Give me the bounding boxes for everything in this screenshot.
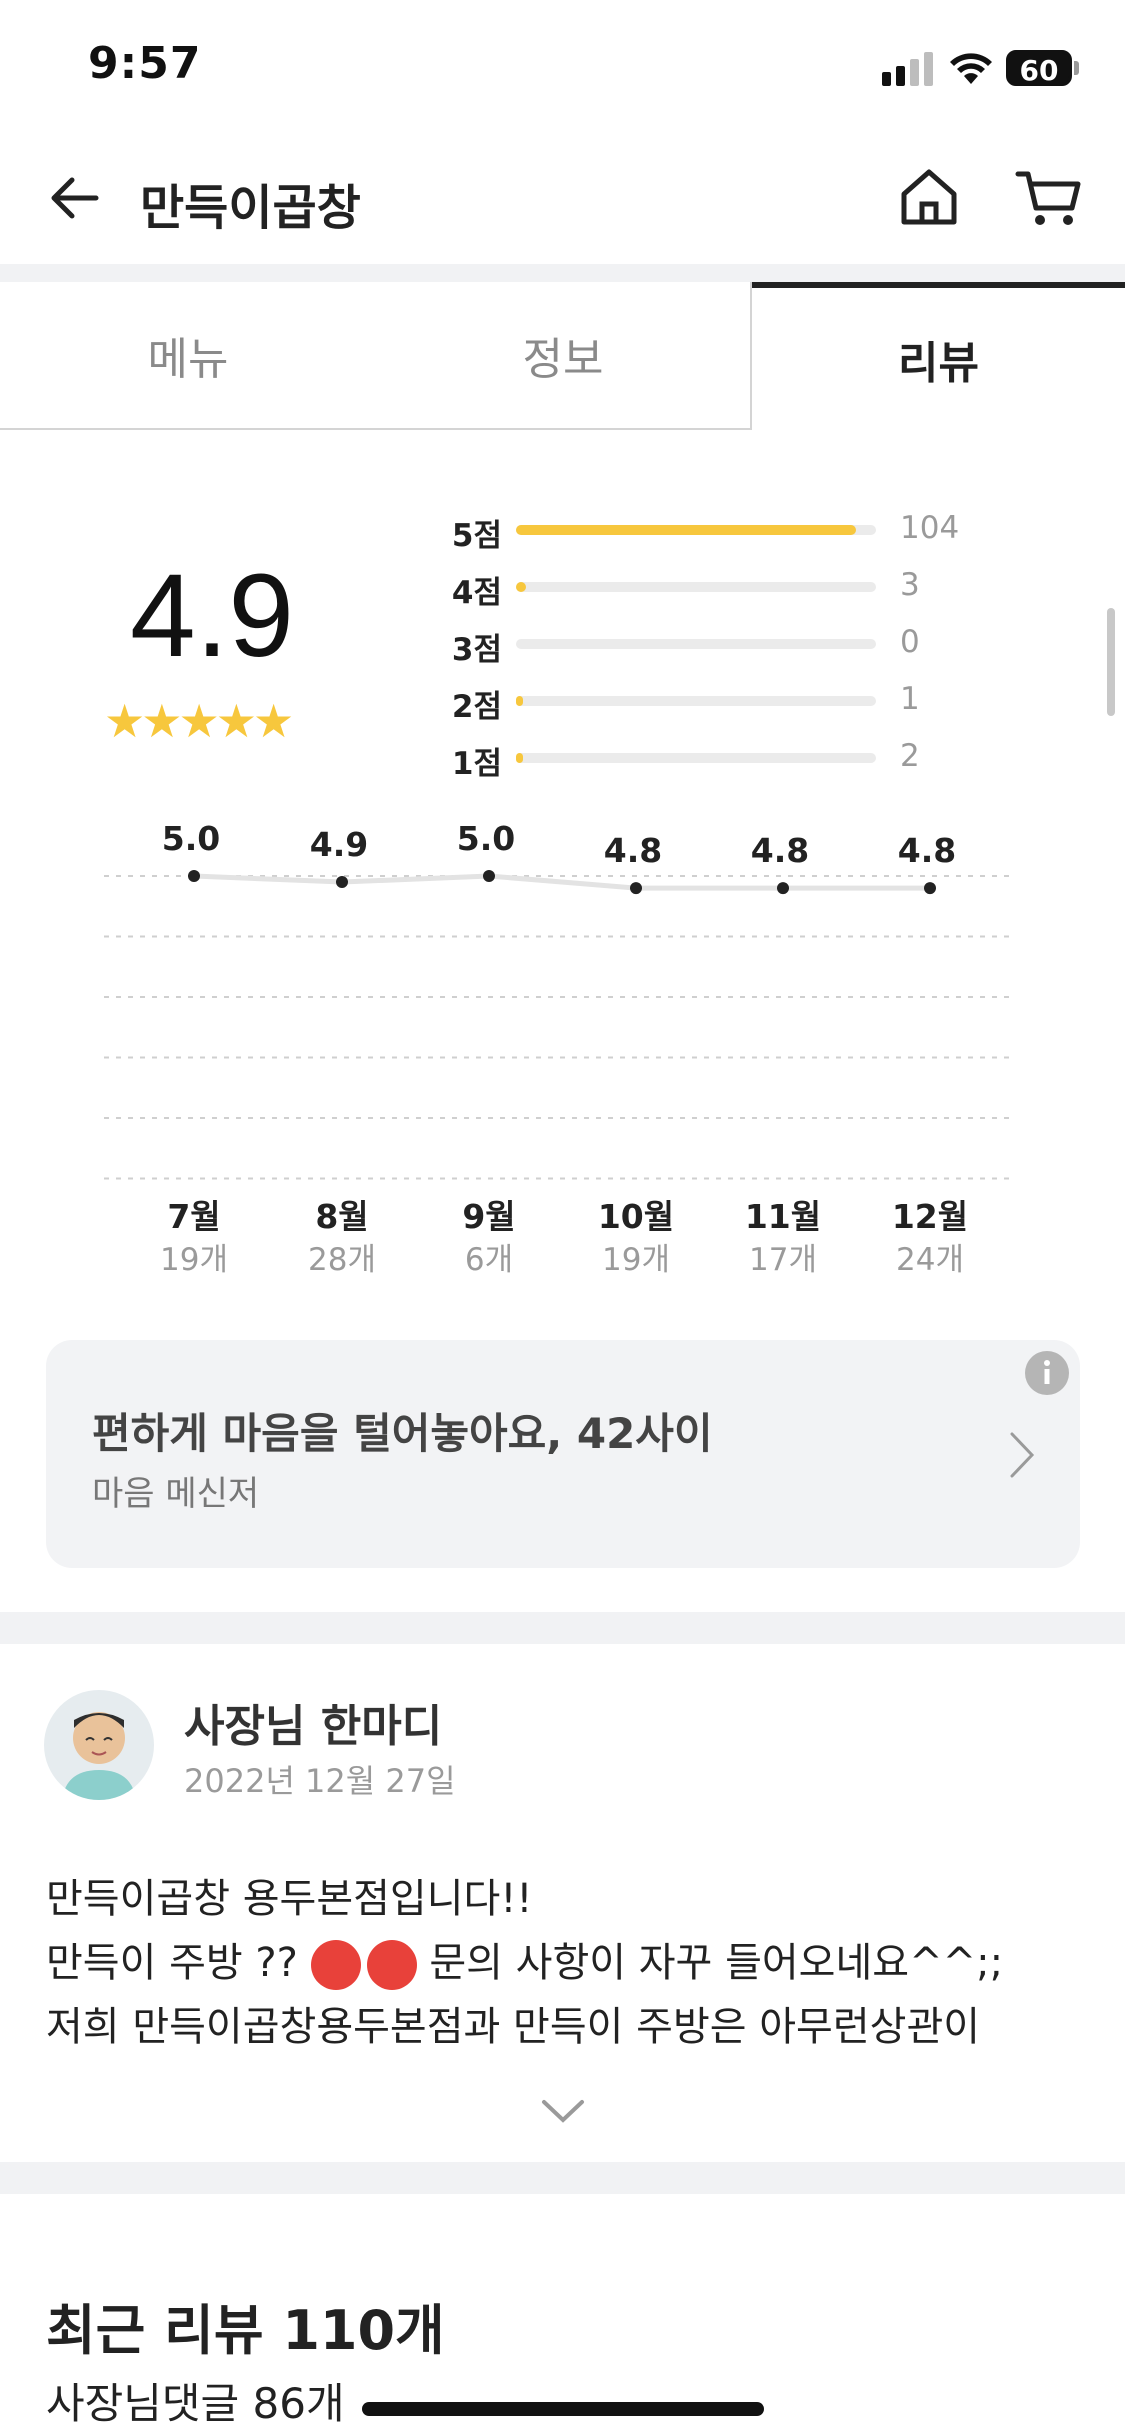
star-rating-icon: ★★★★★: [104, 694, 294, 748]
cart-icon[interactable]: [1014, 166, 1082, 230]
chart-data-label: 4.9: [310, 825, 368, 864]
dist-count-3: 0: [900, 624, 920, 660]
dist-label-2: 2점: [451, 689, 502, 725]
dist-count-1: 2: [900, 738, 920, 774]
chart-month-label: 9월: [462, 1197, 515, 1236]
battery-cap: [1074, 61, 1079, 75]
section-divider: [0, 2162, 1125, 2194]
chart-data-label: 5.0: [162, 819, 220, 858]
chart-month-label: 11월: [745, 1197, 821, 1236]
scrollbar[interactable]: [1107, 608, 1115, 716]
chart-month-label: 8월: [315, 1197, 368, 1236]
chart-month-label: 7월: [167, 1197, 220, 1236]
recent-reviews-title: 최근 리뷰 110개: [46, 2299, 445, 2362]
chart-point: [777, 882, 789, 895]
chart-point: [924, 882, 936, 895]
dist-count-4: 3: [900, 567, 920, 603]
hot-face-emoji-icon: [310, 1940, 361, 1990]
monthly-rating-chart: 5.0 7월 19개 4.9 8월 28개 5.0 9월 6개 4.8 10월 19개 4.8 11월 17…: [104, 819, 1012, 1278]
status-time: 9:57: [88, 38, 202, 89]
owner-note-line-1: 만득이곱창 용두본점입니다!!: [46, 1876, 533, 1922]
page-title: 만득이곱창: [140, 180, 361, 236]
chart-data-label: 4.8: [751, 831, 809, 870]
banner-title: 편하게 마음을 털어놓아요, 42사이: [92, 1409, 713, 1458]
chart-count-label: 28개: [308, 1242, 376, 1278]
chart-count-label: 17개: [749, 1242, 817, 1278]
chart-point: [483, 870, 495, 882]
banner-subtitle: 마음 메신저: [92, 1474, 260, 1514]
chart-count-label: 19개: [602, 1242, 670, 1278]
wifi-icon: [950, 53, 992, 84]
dist-label-5: 5점: [451, 518, 502, 554]
owner-note-line-2b: 문의 사항이 자꾸 들어오네요^^;;: [429, 1940, 1004, 1986]
dist-bar-2: [516, 696, 876, 706]
owner-note-line-2a: 만득이 주방 ??: [46, 1940, 298, 1986]
chart-point: [630, 882, 642, 895]
chevron-down-icon[interactable]: [538, 2096, 588, 2126]
chart-series-line: [193, 873, 930, 891]
chevron-right-icon[interactable]: [1004, 1430, 1040, 1480]
dist-bar-1: [516, 753, 876, 763]
owner-note-line-3: 저희 만득이곱창용두본점과 만득이 주방은 아무런상관이: [46, 2004, 981, 2050]
chart-month-label: 12월: [892, 1197, 968, 1236]
dist-bar-5: [516, 525, 876, 535]
chart-count-label: 6개: [465, 1242, 513, 1278]
header-divider: [0, 264, 1125, 282]
owner-note-date: 2022년 12월 27일: [184, 1762, 456, 1800]
tab-info[interactable]: 정보: [376, 282, 752, 430]
back-arrow-icon[interactable]: [46, 170, 102, 226]
owner-avatar: [44, 1690, 154, 1800]
home-indicator[interactable]: [362, 2402, 764, 2416]
home-icon[interactable]: [898, 166, 960, 228]
battery-icon: 60: [1006, 50, 1072, 87]
dist-bar-4: [516, 582, 876, 592]
tab-review[interactable]: 리뷰: [752, 282, 1125, 430]
owner-replies-count: 사장님댓글 86개: [46, 2379, 345, 2428]
dist-label-4: 4점: [451, 575, 502, 611]
owner-note-title: 사장님 한마디: [184, 1701, 443, 1752]
tab-menu[interactable]: 메뉴: [0, 282, 376, 430]
chart-point: [188, 870, 200, 882]
dist-count-2: 1: [900, 681, 920, 717]
dist-label-3: 3점: [451, 632, 502, 668]
chart-data-label: 4.8: [604, 831, 662, 870]
dist-bar-3: [516, 639, 876, 649]
chart-count-label: 24개: [896, 1242, 964, 1278]
dist-label-1: 1점: [451, 746, 502, 782]
owner-note-line-2: 만득이 주방 ?? 문의 사항이 자꾸 들어오네요^^;;: [46, 1930, 1003, 1990]
chart-count-label: 19개: [160, 1242, 228, 1278]
chart-data-label: 5.0: [457, 819, 515, 858]
chart-data-label: 4.8: [898, 831, 956, 870]
dist-count-5: 104: [900, 510, 960, 546]
chart-point: [336, 876, 348, 889]
section-divider: [0, 1612, 1125, 1644]
chart-month-label: 10월: [598, 1197, 674, 1236]
hot-face-emoji-icon: [366, 1940, 417, 1990]
average-score: 4.9: [130, 550, 295, 682]
info-icon[interactable]: [1024, 1350, 1070, 1396]
